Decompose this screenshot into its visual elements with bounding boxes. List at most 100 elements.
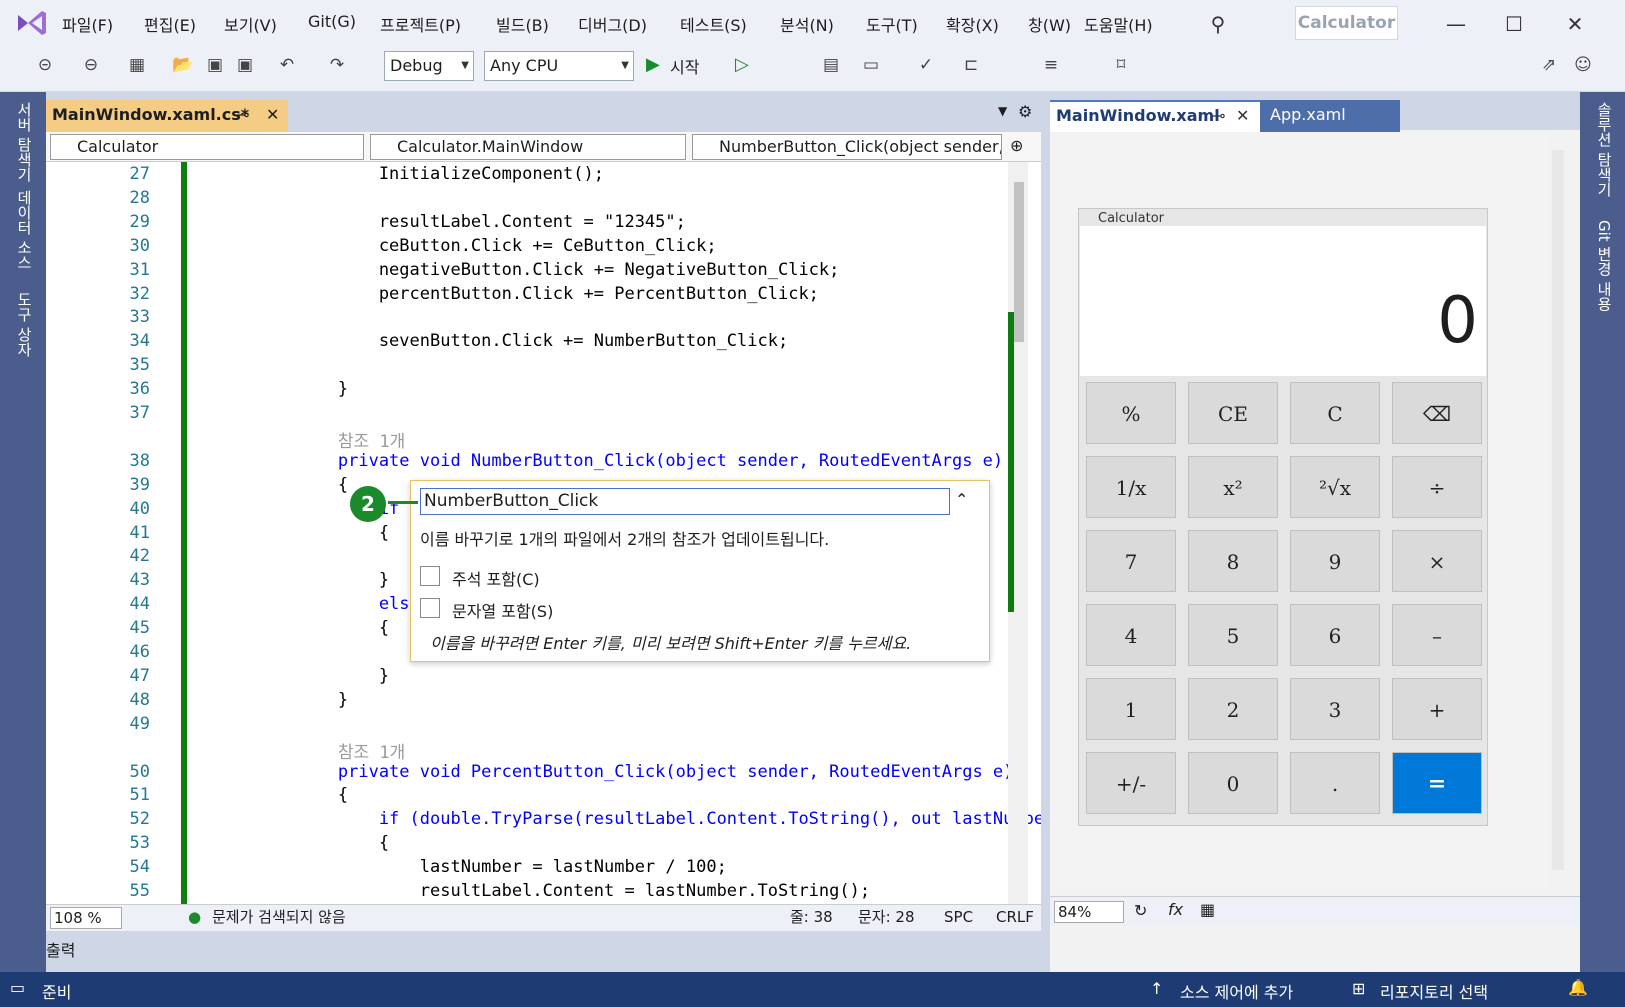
- toolbox-tab[interactable]: 도구 상자: [14, 292, 35, 357]
- menu-item-10[interactable]: 확장(X): [946, 12, 999, 36]
- add-source-control[interactable]: 소스 제어에 추가: [1180, 979, 1293, 1003]
- solution-title: Calculator: [1295, 6, 1398, 40]
- tab-mainwindow-cs[interactable]: MainWindow.xaml.cs* ⊸ ✕: [46, 100, 288, 132]
- calc-button[interactable]: 1/x: [1086, 456, 1176, 518]
- menu-item-8[interactable]: 분석(N): [780, 12, 834, 36]
- refresh-icon[interactable]: ↻: [1134, 901, 1147, 920]
- git-changes-tab[interactable]: Git 변경 내용: [1594, 220, 1615, 311]
- back-icon[interactable]: ⊝: [34, 54, 56, 76]
- calc-button[interactable]: ⌫: [1392, 382, 1482, 444]
- pin-icon[interactable]: ⊸: [1212, 102, 1225, 130]
- layout-icon[interactable]: ▭: [860, 54, 882, 76]
- calc-button[interactable]: 6: [1290, 604, 1380, 666]
- calc-button[interactable]: x²: [1188, 456, 1278, 518]
- collapse-icon[interactable]: ⌃: [955, 490, 968, 509]
- close-window-icon[interactable]: ✕: [1555, 8, 1595, 40]
- split-icon[interactable]: ⊕: [1010, 136, 1023, 155]
- close-tab-icon[interactable]: ✕: [1236, 102, 1249, 130]
- calc-button[interactable]: 1: [1086, 678, 1176, 740]
- zoom-select[interactable]: 108 %: [50, 907, 122, 929]
- calc-button[interactable]: CE: [1188, 382, 1278, 444]
- minimize-icon[interactable]: —: [1436, 8, 1476, 40]
- menu-item-3[interactable]: Git(G): [308, 12, 356, 31]
- save-icon[interactable]: ▣: [204, 54, 226, 76]
- menu-item-4[interactable]: 프로젝트(P): [380, 12, 461, 36]
- tab-mainwindow-xaml[interactable]: MainWindow.xaml ⊸ ✕: [1050, 100, 1260, 132]
- include-comments-checkbox[interactable]: [420, 566, 440, 586]
- calc-button[interactable]: 8: [1188, 530, 1278, 592]
- new-project-icon[interactable]: ▦: [126, 54, 148, 76]
- maximize-icon[interactable]: ☐: [1494, 8, 1534, 40]
- project-nav-select[interactable]: Calculator: [50, 134, 364, 160]
- redo-icon[interactable]: ↷: [326, 54, 348, 76]
- save-all-icon[interactable]: ▣: [234, 54, 256, 76]
- browse-folder-icon[interactable]: ▤: [820, 54, 842, 76]
- open-icon[interactable]: 📂: [172, 54, 194, 76]
- issues-status[interactable]: 문제가 검색되지 않음: [212, 905, 346, 930]
- share-icon[interactable]: ⇗: [1538, 54, 1560, 76]
- step-icon[interactable]: ⊏: [960, 54, 982, 76]
- server-explorer-tab[interactable]: 서버 탐색기: [14, 102, 35, 182]
- calc-button[interactable]: 3: [1290, 678, 1380, 740]
- calc-button[interactable]: 5: [1188, 604, 1278, 666]
- menu-item-0[interactable]: 파일(F): [62, 12, 113, 36]
- feedback-icon[interactable]: ☺: [1572, 54, 1594, 76]
- designer-zoom-select[interactable]: 84%: [1054, 901, 1124, 923]
- solution-config-select[interactable]: Debug ▼: [384, 51, 474, 81]
- output-tab[interactable]: 출력: [46, 931, 1041, 972]
- calc-button[interactable]: 0: [1188, 752, 1278, 814]
- start-icon[interactable]: ▶: [646, 54, 660, 75]
- code-line: {: [256, 522, 390, 543]
- calc-button[interactable]: ×: [1392, 530, 1482, 592]
- tab-app-xaml[interactable]: App.xaml: [1260, 100, 1400, 132]
- calc-button[interactable]: =: [1392, 752, 1482, 814]
- search-icon[interactable]: ⚲: [1198, 8, 1238, 40]
- pin-icon[interactable]: ⊸: [236, 100, 249, 130]
- menu-item-1[interactable]: 편집(E): [144, 12, 196, 36]
- platform-select[interactable]: Any CPU ▼: [484, 51, 634, 81]
- calc-button[interactable]: 4: [1086, 604, 1176, 666]
- calc-button[interactable]: –: [1392, 604, 1482, 666]
- menu-item-12[interactable]: 도움말(H): [1084, 12, 1153, 36]
- calc-button[interactable]: +/-: [1086, 752, 1176, 814]
- class-nav-select[interactable]: Calculator.MainWindow: [370, 134, 686, 160]
- calc-button[interactable]: ÷: [1392, 456, 1482, 518]
- menu-item-7[interactable]: 테스트(S): [680, 12, 747, 36]
- fx-icon[interactable]: fx: [1168, 900, 1183, 919]
- menu-item-9[interactable]: 도구(T): [866, 12, 918, 36]
- include-strings-checkbox[interactable]: [420, 598, 440, 618]
- calc-button[interactable]: %: [1086, 382, 1176, 444]
- menu-item-11[interactable]: 창(W): [1028, 12, 1071, 36]
- calc-button[interactable]: .: [1290, 752, 1380, 814]
- notification-bell-icon[interactable]: 🔔: [1568, 978, 1588, 997]
- forward-icon[interactable]: ⊖: [80, 54, 102, 76]
- designer-scrollbar[interactable]: [1552, 150, 1564, 870]
- bookmark-icon[interactable]: ⌑: [1110, 54, 1132, 76]
- calc-button[interactable]: 9: [1290, 530, 1380, 592]
- menu-item-2[interactable]: 보기(V): [224, 12, 277, 36]
- close-tab-icon[interactable]: ✕: [266, 100, 279, 130]
- calc-button[interactable]: 2: [1188, 678, 1278, 740]
- menu-item-6[interactable]: 디버그(D): [578, 12, 647, 36]
- settings-gear-icon[interactable]: ⚙: [1018, 102, 1032, 121]
- tab-dropdown-icon[interactable]: ▼: [998, 104, 1007, 118]
- calc-button[interactable]: C: [1290, 382, 1380, 444]
- data-sources-tab[interactable]: 데이터 소스: [14, 190, 35, 270]
- grid-icon[interactable]: ▦: [1200, 900, 1215, 919]
- calc-button[interactable]: 7: [1086, 530, 1176, 592]
- comment-icon[interactable]: ≡: [1040, 54, 1062, 76]
- solution-explorer-tab[interactable]: 솔루션 탐색기: [1594, 102, 1615, 197]
- rename-input[interactable]: NumberButton_Click: [420, 488, 950, 515]
- select-repository[interactable]: 리포지토리 선택: [1380, 979, 1488, 1003]
- spellcheck-icon[interactable]: ✓: [915, 54, 937, 76]
- line-number: 52: [129, 809, 150, 830]
- undo-icon[interactable]: ↶: [276, 54, 298, 76]
- calc-button[interactable]: ²√x: [1290, 456, 1380, 518]
- start-button[interactable]: 시작: [670, 54, 699, 78]
- calc-button[interactable]: +: [1392, 678, 1482, 740]
- menu-item-5[interactable]: 빌드(B): [496, 12, 549, 36]
- ready-status: 준비: [42, 983, 72, 1002]
- member-nav-select[interactable]: NumberButton_Click(object sender,: [692, 134, 1002, 160]
- editor-vertical-scrollbar[interactable]: [1008, 162, 1028, 904]
- start-without-debug-icon[interactable]: ▷: [735, 54, 749, 75]
